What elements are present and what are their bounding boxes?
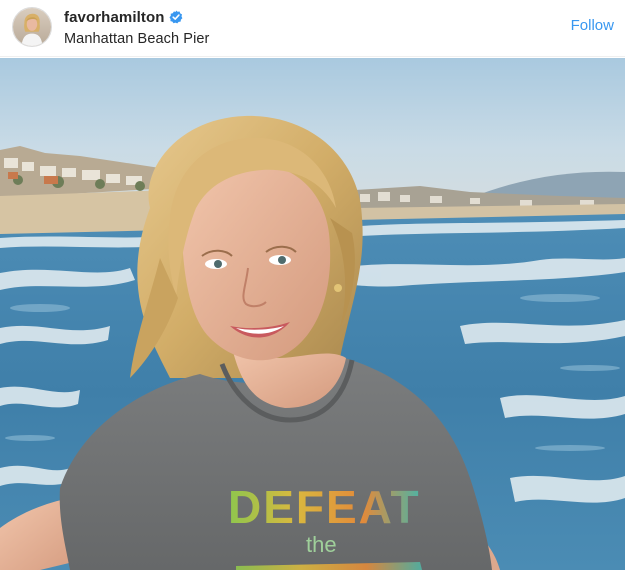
post-photo[interactable]: DEFEAT the <box>0 58 625 570</box>
avatar-image <box>13 8 51 46</box>
follow-button[interactable]: Follow <box>571 17 614 34</box>
shirt-text-line2: the <box>306 532 337 557</box>
verified-badge-icon <box>169 10 183 24</box>
username-link[interactable]: favorhamilton <box>64 9 164 26</box>
shirt-text-line1: DEFEAT <box>228 481 421 533</box>
location-link[interactable]: Manhattan Beach Pier <box>64 31 209 47</box>
post-header: favorhamilton Manhattan Beach Pier Follo… <box>0 0 625 57</box>
instagram-post: favorhamilton Manhattan Beach Pier Follo… <box>0 0 625 570</box>
photo-image: DEFEAT the <box>0 58 625 570</box>
user-info: favorhamilton Manhattan Beach Pier <box>64 8 209 48</box>
username-row: favorhamilton <box>64 8 209 26</box>
profile-avatar[interactable] <box>12 7 52 47</box>
